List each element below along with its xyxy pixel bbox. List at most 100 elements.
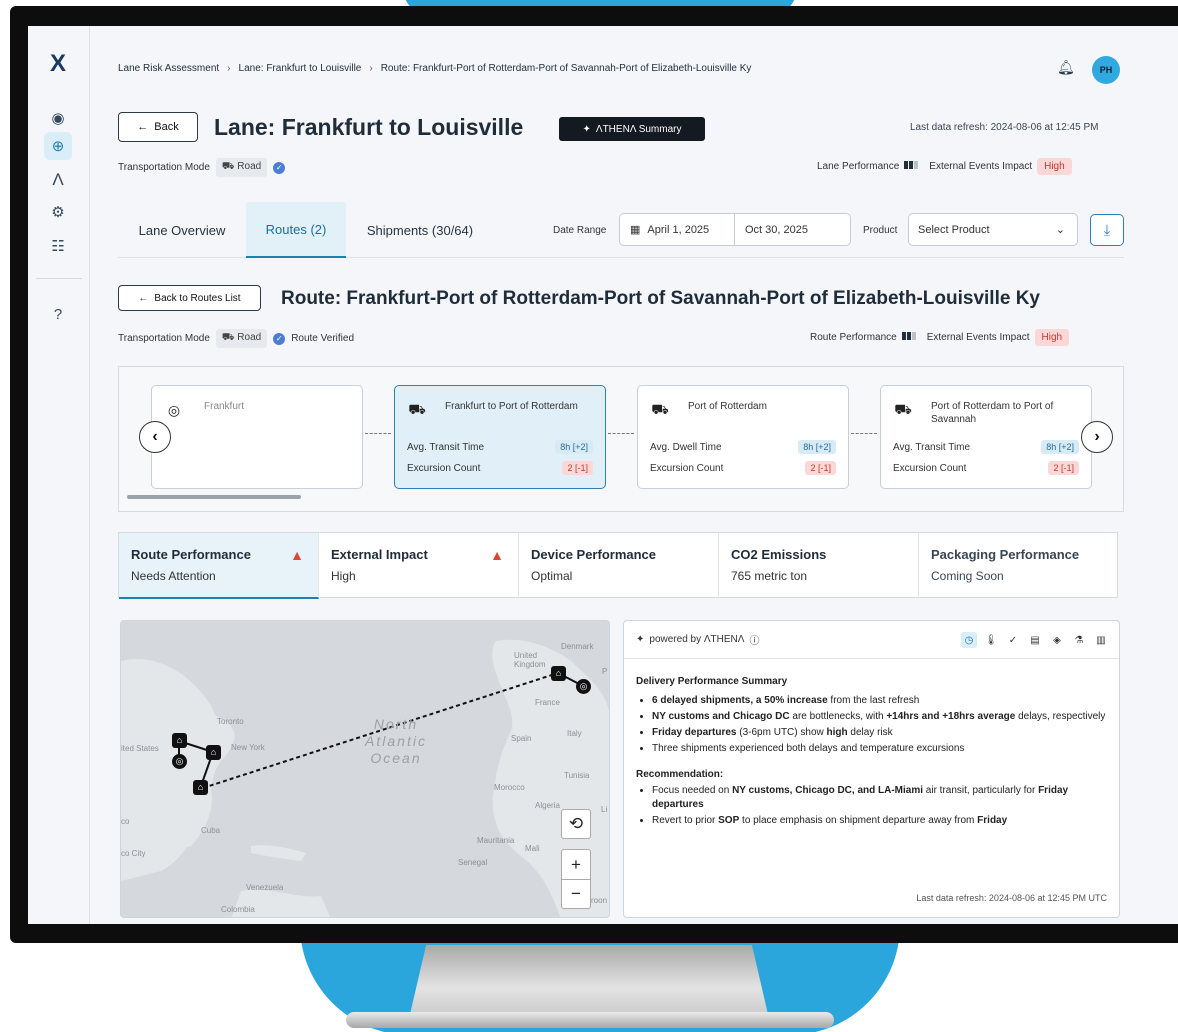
location-marker-icon[interactable]: ◎: [172, 754, 187, 769]
date-range-picker[interactable]: ▦ April 1, 2025 Oct 30, 2025: [619, 213, 851, 246]
step-metric-row: Avg. Transit Time 8h [+2]: [893, 440, 1079, 454]
step-card-leg-2[interactable]: ⛟ Port of Rotterdam to Port of Savannah …: [880, 385, 1092, 489]
tab-routes[interactable]: Routes (2): [246, 202, 346, 258]
map-label: ited States: [121, 744, 159, 753]
location-pin-icon: ◎: [167, 401, 181, 418]
map-label: Algeria: [535, 801, 560, 810]
zoom-in-button[interactable]: +: [561, 849, 591, 879]
transport-mode-value: Road: [237, 332, 262, 343]
route-map[interactable]: United Kingdom Denmark France Spain Ital…: [120, 620, 610, 918]
athena-icon[interactable]: Λ: [44, 166, 72, 194]
warehouse-marker-icon[interactable]: ⌂: [551, 666, 566, 681]
map-label: France: [535, 698, 560, 707]
location-marker-icon[interactable]: ◎: [576, 679, 591, 694]
land-europe-africa: [492, 639, 609, 917]
metric-label: Excursion Count: [893, 462, 967, 474]
map-label: Cuba: [201, 826, 221, 835]
tab-packaging-performance[interactable]: Packaging Performance Coming Soon: [919, 533, 1119, 599]
flask-icon[interactable]: ⚗: [1071, 632, 1087, 648]
truck-icon: ⛟: [221, 161, 235, 172]
app-logo[interactable]: X: [50, 50, 66, 78]
breadcrumb-item[interactable]: Lane: Frankfurt to Louisville: [239, 63, 362, 74]
scroll-right-button[interactable]: ›: [1081, 421, 1113, 453]
warehouse-marker-icon[interactable]: ⌂: [193, 780, 208, 795]
document-icon[interactable]: ▤: [1027, 632, 1043, 648]
zoom-out-button[interactable]: −: [561, 879, 591, 909]
tab-co2-emissions[interactable]: CO2 Emissions 765 metric ton: [719, 533, 919, 599]
map-label: roon: [591, 896, 608, 905]
back-label: Back: [154, 121, 179, 133]
last-refresh: Last data refresh: 2024-08-06 at 12:45 P…: [910, 122, 1099, 133]
check-circle-icon[interactable]: ✓: [1005, 632, 1021, 648]
back-to-routes-button[interactable]: ← Back to Routes List: [118, 285, 261, 311]
info-icon[interactable]: ⓘ: [749, 632, 759, 647]
external-events-label: External Events Impact: [929, 161, 1033, 172]
arrow-left-icon: ←: [137, 121, 149, 133]
avatar[interactable]: PH: [1092, 56, 1120, 84]
step-card-origin[interactable]: ◎ Frankfurt: [151, 385, 363, 489]
thermometer-icon[interactable]: 🌡︎: [983, 632, 999, 648]
external-events-badge: High: [1037, 158, 1072, 175]
warehouse-marker-icon[interactable]: ⌂: [172, 733, 187, 748]
transport-mode-chip: ⛟ Road: [215, 158, 268, 177]
step-card-port-1[interactable]: ⛟ Port of Rotterdam Avg. Dwell Time 8h [+…: [637, 385, 849, 489]
clock-icon[interactable]: ◷: [961, 632, 977, 648]
globe-icon[interactable]: ⊕: [44, 132, 72, 160]
tab-lane-overview[interactable]: Lane Overview: [118, 202, 246, 258]
zoom-reset-icon: ⟲: [568, 814, 584, 833]
map-label: co: [121, 817, 130, 826]
map-label: New York: [231, 743, 265, 752]
summary-body: Delivery Performance Summary 6 delayed s…: [636, 675, 1108, 840]
minus-icon: −: [571, 884, 581, 903]
step-metric-row: Avg. Dwell Time 8h [+2]: [650, 440, 836, 454]
date-from-field[interactable]: ▦ April 1, 2025: [620, 214, 735, 245]
stepper-scrollbar[interactable]: [127, 495, 301, 499]
users-icon[interactable]: ☷: [44, 232, 72, 260]
transport-mode-label: Transportation Mode: [118, 162, 210, 173]
tab-route-performance[interactable]: Route Performance Needs Attention ▲: [119, 533, 319, 599]
route-stepper: ◎ Frankfurt ⛟ Frankfurt to Port of Rotte…: [118, 366, 1124, 512]
tab-device-performance[interactable]: Device Performance Optimal: [519, 533, 719, 599]
rail-divider: [36, 278, 82, 279]
bell-icon[interactable]: 🔔︎: [1057, 59, 1075, 76]
metric-label: Excursion Count: [407, 462, 481, 474]
perf-tab-title: Packaging Performance: [931, 547, 1080, 562]
back-button[interactable]: ← Back: [118, 112, 198, 142]
map-label: Spain: [511, 734, 532, 743]
plus-icon: +: [571, 854, 581, 874]
tab-external-impact[interactable]: External Impact High ▲: [319, 533, 519, 599]
help-icon[interactable]: ?: [44, 300, 72, 328]
scroll-left-button[interactable]: ‹: [139, 421, 171, 453]
product-select[interactable]: Select Product ⌄: [908, 213, 1078, 246]
metric-label: Avg. Transit Time: [893, 441, 971, 453]
ocean-label: North Atlantic Ocean: [365, 716, 427, 766]
land-north-america: [121, 659, 235, 881]
lane-performance-row: Lane Performance External Events Impact …: [817, 158, 1072, 175]
breadcrumb-item[interactable]: Lane Risk Assessment: [118, 63, 219, 74]
tab-shipments[interactable]: Shipments (30/64): [350, 202, 490, 258]
reset-zoom-button[interactable]: ⟲: [561, 809, 591, 839]
breadcrumb-item[interactable]: Route: Frankfurt-Port of Rotterdam-Port …: [381, 63, 752, 74]
eye-icon[interactable]: ◉: [44, 104, 72, 132]
transport-mode-label: Transportation Mode: [118, 333, 210, 344]
land-caribbean: [251, 845, 306, 861]
map-label: Tunisia: [564, 771, 590, 780]
powered-by-label: powered by ΛTHENΛ: [649, 634, 745, 645]
map-label: Morocco: [494, 783, 525, 792]
step-connector: [365, 433, 391, 434]
step-card-leg-1[interactable]: ⛟ Frankfurt to Port of Rotterdam Avg. Tr…: [394, 385, 606, 489]
sparkle-icon: ✦: [636, 634, 645, 645]
step-metric-row: Avg. Transit Time 8h [+2]: [407, 440, 593, 454]
perf-tab-title: Device Performance: [531, 547, 657, 562]
date-from-value: April 1, 2025: [647, 223, 710, 236]
download-button[interactable]: ⤓: [1090, 214, 1124, 246]
map-label: Li: [601, 805, 608, 814]
performance-bars: [901, 332, 917, 343]
settings-icon[interactable]: ⚙: [44, 198, 72, 226]
performance-tabs: Route Performance Needs Attention ▲ Exte…: [118, 532, 1119, 599]
package-icon[interactable]: ◈: [1049, 632, 1065, 648]
athena-summary-button[interactable]: ✦ ΛTHENΛ Summary: [559, 117, 705, 141]
warehouse-marker-icon[interactable]: ⌂: [206, 745, 221, 760]
report-icon[interactable]: ▥: [1093, 632, 1109, 648]
date-to-field[interactable]: Oct 30, 2025: [735, 224, 808, 236]
